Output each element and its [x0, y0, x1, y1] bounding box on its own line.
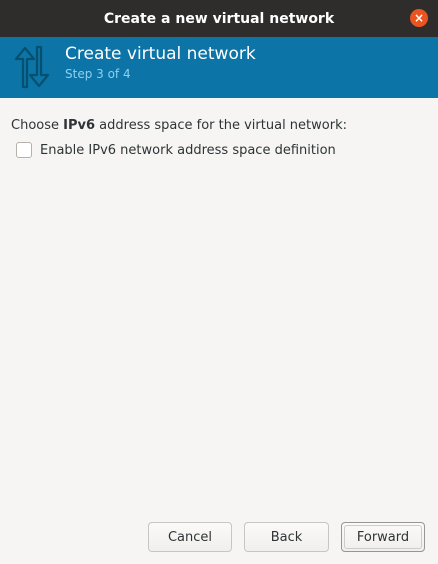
back-button-label: Back	[270, 529, 303, 545]
network-up-down-arrows-icon	[14, 45, 50, 89]
title-bar[interactable]: Create a new virtual network ×	[0, 0, 438, 37]
prompt-bold-ipv6: IPv6	[63, 118, 96, 133]
prompt-suffix: address space for the virtual network:	[95, 118, 347, 133]
wizard-step-indicator: Step 3 of 4	[65, 67, 131, 81]
dialog-window: Create a new virtual network × Create vi…	[0, 0, 438, 564]
enable-ipv6-option[interactable]: Enable IPv6 network address space defini…	[16, 142, 336, 158]
prompt-text: Choose IPv6 address space for the virtua…	[11, 118, 347, 133]
prompt-prefix: Choose	[11, 118, 64, 133]
wizard-title: Create virtual network	[65, 44, 256, 64]
enable-ipv6-label[interactable]: Enable IPv6 network address space defini…	[40, 143, 336, 158]
back-button[interactable]: Back	[244, 522, 329, 552]
close-button[interactable]: ×	[410, 9, 428, 27]
ipv6-prompt: Choose IPv6 address space for the virtua…	[11, 118, 427, 133]
wizard-header: Create virtual network Step 3 of 4	[0, 37, 438, 98]
forward-button-focus-ring: Forward	[344, 525, 422, 549]
close-icon: ×	[413, 11, 425, 25]
cancel-button[interactable]: Cancel	[148, 522, 232, 552]
forward-button[interactable]: Forward	[341, 522, 425, 552]
window-title: Create a new virtual network	[103, 10, 335, 27]
cancel-button-label: Cancel	[167, 529, 213, 545]
forward-button-label: Forward	[356, 529, 410, 545]
enable-ipv6-checkbox[interactable]	[16, 142, 32, 158]
